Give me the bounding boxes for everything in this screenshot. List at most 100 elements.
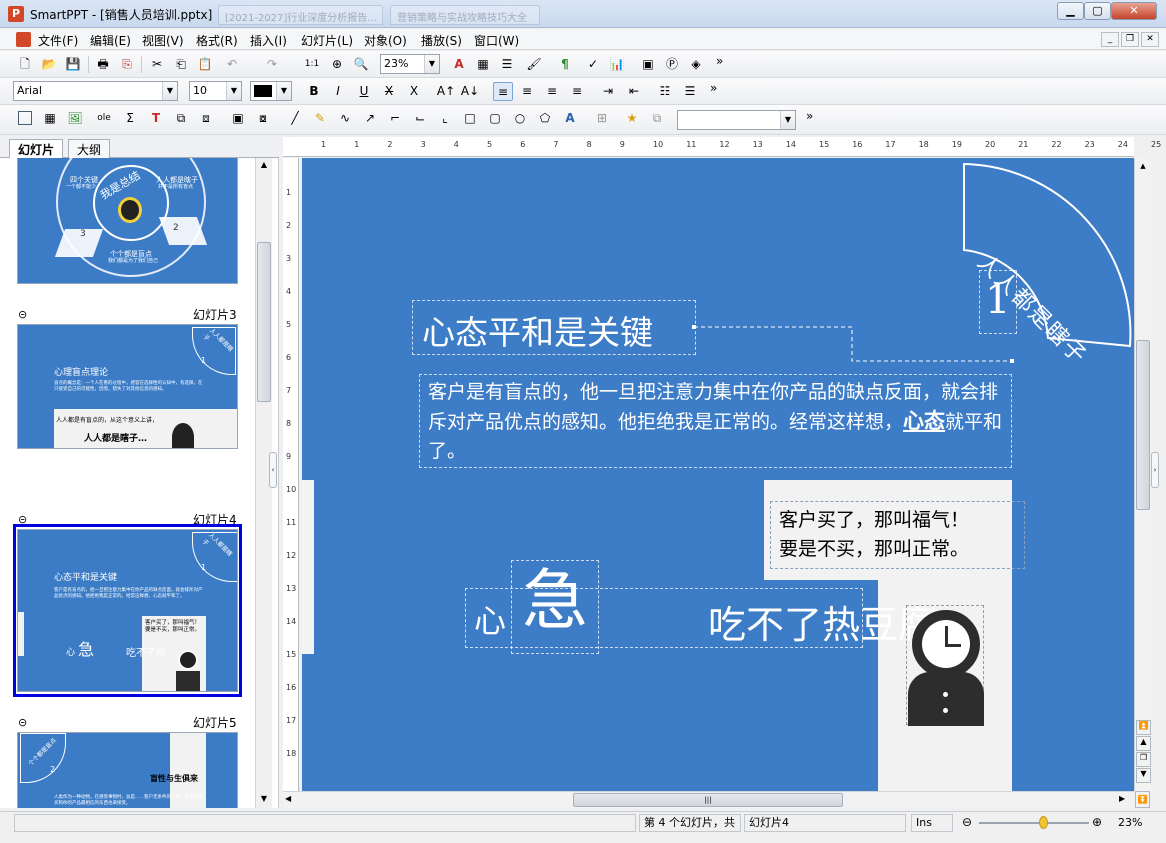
format-painter-icon[interactable]: 🖌 (524, 55, 544, 74)
justify-icon[interactable]: ≡ (567, 82, 587, 101)
slide-layout-icon[interactable]: ▣ (638, 55, 658, 74)
elbow-connector-icon[interactable]: ⌙ (410, 109, 430, 128)
maximize-button[interactable]: ▢ (1084, 2, 1111, 20)
scroll-up-icon[interactable]: ▲ (1137, 162, 1149, 170)
chart-icon[interactable]: 📊 (607, 55, 627, 74)
shapes-tool-icon[interactable]: ⬠ (535, 109, 555, 128)
new-file-icon[interactable]: 🗋 (15, 55, 35, 74)
slide-canvas[interactable]: 人人都是瞎子 1 心态平和是关键 客户是有盲点的，他一旦把注意力集中在你产品的缺… (302, 158, 1134, 791)
placeholder-frame-icon[interactable]: ⧈ (196, 109, 216, 128)
pen-tool-icon[interactable]: ✎ (310, 109, 330, 128)
formula-icon[interactable]: Σ (120, 109, 140, 128)
copy-icon[interactable]: ⎗ (171, 55, 191, 74)
group-frame-icon[interactable]: ⧉ (171, 109, 191, 128)
table-frame-icon[interactable]: ▦ (40, 109, 60, 128)
strikethrough-icon[interactable]: X (379, 82, 399, 101)
print-icon[interactable]: 🖶 (93, 55, 113, 74)
canvas-horizontal-scrollbar[interactable]: ◀ ||| ▶ (283, 791, 1134, 808)
align-right-icon[interactable]: ≡ (542, 82, 562, 101)
rectangle-tool-icon[interactable]: □ (460, 109, 480, 128)
slide-frame-icon[interactable]: ▣ (228, 109, 248, 128)
slide-transition-icon[interactable]: ⊝ (18, 716, 27, 729)
redo-icon[interactable]: ↷ (262, 55, 282, 74)
actual-size-icon[interactable]: 1:1 (302, 55, 322, 74)
background-tab[interactable]: 营销策略与实战攻略技巧大全 (390, 5, 540, 25)
last-slide-icon[interactable]: ⏬ (1135, 791, 1150, 808)
menu-edit[interactable]: 编辑(E) (90, 32, 131, 49)
scroll-up-icon[interactable]: ▲ (257, 160, 271, 172)
tab-slides[interactable]: 幻灯片 (9, 139, 64, 158)
menu-format[interactable]: 格式(R) (196, 32, 238, 49)
presentation-icon[interactable]: Ⓟ (662, 55, 682, 74)
mdi-restore-button[interactable]: ❐ (1121, 32, 1139, 47)
curved-connector-icon[interactable]: ⌞ (435, 109, 455, 128)
shrink-font-icon[interactable]: A↓ (460, 82, 480, 101)
clear-format-icon[interactable]: X (404, 82, 424, 101)
first-slide-icon[interactable]: ⏫ (1136, 720, 1151, 735)
chevron-down-icon[interactable]: ▼ (424, 55, 439, 73)
slide-thumbnail-4[interactable]: 人人都是瞎子 1 心态平和是关键 客户是有盲点的，他一旦把注意力集中在你产品的缺… (17, 529, 238, 692)
document-icon[interactable] (16, 32, 31, 47)
menu-file[interactable]: 文件(F) (38, 32, 78, 49)
right-splitter-handle[interactable]: › (1151, 452, 1159, 488)
bullet-list-icon[interactable]: ☰ (497, 55, 517, 74)
slide-list-icon[interactable]: ❐ (1136, 752, 1151, 767)
outdent-icon[interactable]: ⇤ (624, 82, 644, 101)
close-button[interactable]: ✕ (1111, 2, 1157, 20)
zoom-slider-knob[interactable] (1038, 816, 1048, 829)
tab-outline[interactable]: 大纲 (68, 139, 111, 158)
select-frame-icon[interactable] (15, 109, 35, 128)
insert-table-icon[interactable]: ▦ (473, 55, 493, 74)
scroll-thumb[interactable] (1136, 340, 1150, 510)
slide-thumbnail-5[interactable]: 个个都是盲点 2 盲性与生俱来 人类作为一种动物，在感受事物时，总是……客户无条… (17, 732, 238, 808)
slide-thumbnail-2[interactable]: 四个关键 一个都不能少 人人都是瞎子 并不是所有盲点 我是总结 3 2 个个都是… (17, 158, 238, 284)
paragraph-marks-icon[interactable]: ¶ (555, 55, 575, 74)
scroll-left-icon[interactable]: ◀ (285, 794, 297, 803)
cut-icon[interactable]: ✂ (147, 55, 167, 74)
chevron-down-icon[interactable]: ▼ (276, 82, 291, 100)
scroll-thumb[interactable]: ||| (573, 793, 843, 807)
zoom-in-icon[interactable]: ⊕ (1092, 815, 1102, 829)
italic-icon[interactable]: I (328, 82, 348, 101)
spellcheck-icon[interactable]: ✓ (583, 55, 603, 74)
menu-object[interactable]: 对象(O) (364, 32, 407, 49)
scroll-right-icon[interactable]: ▶ (1119, 794, 1131, 803)
more-tools-button[interactable]: » (806, 109, 813, 123)
picture-frame-icon[interactable]: 🖼 (65, 109, 85, 128)
zoom-to-fit-icon[interactable]: ⊕ (327, 55, 347, 74)
wordart-tool-icon[interactable]: A (560, 109, 580, 128)
ole-object-icon[interactable]: ole (94, 109, 114, 128)
ellipse-tool-icon[interactable]: ○ (510, 109, 530, 128)
menu-insert[interactable]: 插入(I) (250, 32, 287, 49)
thumbnail-list[interactable]: 四个关键 一个都不能少 人人都是瞎子 并不是所有盲点 我是总结 3 2 个个都是… (0, 158, 255, 808)
line-tool-icon[interactable]: ╱ (285, 109, 305, 128)
canvas-vertical-scrollbar[interactable]: ▲ ⏫ ▲ ❐ ▼ (1134, 158, 1151, 791)
star-effects-icon[interactable]: ★ (622, 109, 642, 128)
align-objects-icon[interactable]: ⊞ (592, 109, 612, 128)
next-slide-icon[interactable]: ▼ (1136, 768, 1151, 783)
zoom-combo[interactable]: 23% ▼ (380, 54, 440, 74)
align-center-icon[interactable]: ≡ (517, 82, 537, 101)
grow-font-icon[interactable]: A↑ (436, 82, 456, 101)
3d-object-icon[interactable]: ◈ (686, 55, 706, 74)
zoom-slider-track[interactable] (979, 822, 1089, 824)
prev-slide-icon[interactable]: ▲ (1136, 736, 1151, 751)
font-size-combo[interactable]: 10 ▼ (189, 81, 242, 101)
numbered-list-icon[interactable]: ☷ (655, 82, 675, 101)
arrow-tool-icon[interactable]: ↗ (360, 109, 380, 128)
slide-thumbnail-3[interactable]: 人人都是瞎子 1 心理盲点理论 盲点的概念是：一个人在看的过程中，感官在选择性的… (17, 324, 238, 449)
underline-icon[interactable]: U (354, 82, 374, 101)
horizontal-ruler[interactable]: 1 1 2 3 4 5 6 7 8 9 10 11 12 13 14 15 16 17 18 19 20 21 22 23 24… (283, 137, 1161, 157)
chevron-down-icon[interactable]: ▼ (162, 82, 177, 100)
text-frame-icon[interactable]: T (146, 109, 166, 128)
more-tools-button[interactable]: » (710, 81, 717, 95)
scroll-down-icon[interactable]: ▼ (257, 794, 271, 806)
curve-tool-icon[interactable]: ∿ (335, 109, 355, 128)
color-combo[interactable]: ▼ (250, 81, 292, 101)
font-name-combo[interactable]: Arial ▼ (13, 81, 178, 101)
text-color-icon[interactable]: A (449, 55, 469, 74)
scroll-thumb[interactable] (257, 242, 271, 402)
insert-mode[interactable]: Ins (911, 814, 953, 832)
rounded-rect-tool-icon[interactable]: ▢ (485, 109, 505, 128)
align-left-icon[interactable]: ≡ (493, 82, 513, 101)
